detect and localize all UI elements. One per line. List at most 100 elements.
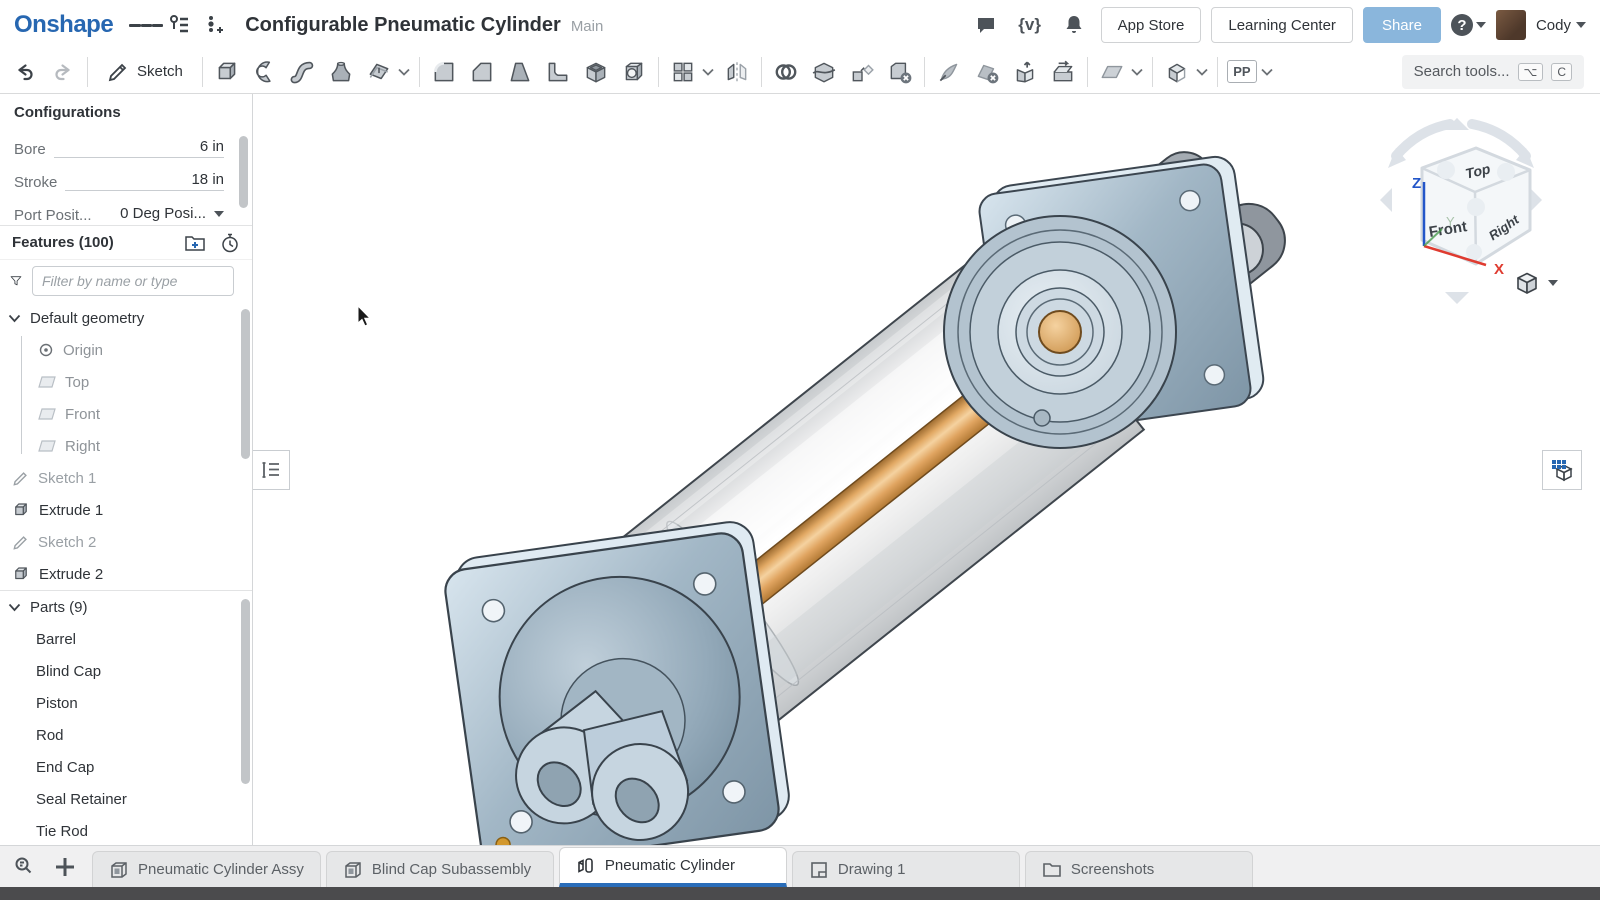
feature-extrude-2[interactable]: Extrude 2 xyxy=(0,558,252,590)
configuration-panel-toggle-button[interactable] xyxy=(1542,450,1582,490)
linear-pattern-icon[interactable] xyxy=(664,53,702,91)
create-folder-icon[interactable] xyxy=(184,233,206,253)
thicken-dropdown-chevron[interactable] xyxy=(394,53,414,91)
comments-icon[interactable] xyxy=(969,8,1003,42)
part-blind-cap[interactable]: Blind Cap xyxy=(0,655,252,687)
parts-header[interactable]: Parts (9) xyxy=(0,591,252,623)
boolean-icon[interactable] xyxy=(767,53,805,91)
move-face-icon[interactable] xyxy=(1006,53,1044,91)
custom-feature-pp-button[interactable]: PP xyxy=(1223,53,1261,91)
sketch-button[interactable]: Sketch xyxy=(93,53,197,91)
search-tabs-icon[interactable] xyxy=(8,850,42,884)
sweep-icon[interactable] xyxy=(284,53,322,91)
top-header: Onshape Configurable Pneumatic CylinderM… xyxy=(0,0,1600,50)
view-options-control[interactable] xyxy=(1514,270,1558,296)
fillet-icon[interactable] xyxy=(425,53,463,91)
tree-node-origin[interactable]: Origin xyxy=(0,334,252,366)
tree-node-top-plane[interactable]: Top xyxy=(0,366,252,398)
filter-funnel-icon[interactable] xyxy=(10,271,22,291)
chevron-down-icon[interactable] xyxy=(8,603,21,612)
plane-dropdown-chevron[interactable] xyxy=(1127,53,1147,91)
extrude-icon[interactable] xyxy=(208,53,246,91)
chevron-down-icon[interactable] xyxy=(8,314,21,323)
rollback-stopwatch-icon[interactable] xyxy=(220,233,240,253)
blind-cap[interactable] xyxy=(441,519,793,845)
section-dropdown-chevron[interactable] xyxy=(1192,53,1212,91)
learning-center-button[interactable]: Learning Center xyxy=(1211,7,1353,43)
rotate-left-arrow xyxy=(1380,188,1392,212)
split-icon[interactable] xyxy=(805,53,843,91)
app-store-button[interactable]: App Store xyxy=(1101,7,1202,43)
onshape-logo[interactable]: Onshape xyxy=(14,11,113,39)
part-barrel[interactable]: Barrel xyxy=(0,623,252,655)
tab-screenshots[interactable]: Screenshots xyxy=(1025,851,1253,887)
part-seal-retainer[interactable]: Seal Retainer xyxy=(0,783,252,815)
config-scrollbar[interactable] xyxy=(239,136,248,208)
features-scrollbar[interactable] xyxy=(241,309,250,459)
hole-icon[interactable] xyxy=(615,53,653,91)
config-row-stroke[interactable]: Stroke 18 in xyxy=(14,164,238,197)
features-header: Features (100) xyxy=(0,226,252,260)
graphics-viewport[interactable]: Top Front Right Z X Y xyxy=(253,94,1600,845)
chevron-down-icon xyxy=(1548,280,1558,286)
draft-icon[interactable] xyxy=(501,53,539,91)
delete-face-icon[interactable] xyxy=(968,53,1006,91)
versions-graph-icon[interactable] xyxy=(163,8,197,42)
list-tree-icon xyxy=(260,460,282,480)
help-menu[interactable]: ? xyxy=(1451,14,1486,36)
part-tie-rod[interactable]: Tie Rod xyxy=(0,815,252,845)
tree-node-front-plane[interactable]: Front xyxy=(0,398,252,430)
tree-node-default-geometry[interactable]: Default geometry xyxy=(0,302,252,334)
delete-part-icon[interactable] xyxy=(881,53,919,91)
user-menu[interactable]: Cody xyxy=(1536,17,1586,34)
undo-button[interactable] xyxy=(6,53,44,91)
add-tab-button[interactable] xyxy=(48,850,82,884)
redo-button[interactable] xyxy=(44,53,82,91)
replace-face-icon[interactable] xyxy=(1044,53,1082,91)
feature-sketch-2[interactable]: Sketch 2 xyxy=(0,526,252,558)
main-menu-button[interactable] xyxy=(129,8,163,42)
thicken-icon[interactable] xyxy=(360,53,398,91)
heal-icon[interactable] xyxy=(930,53,968,91)
loft-icon[interactable] xyxy=(322,53,360,91)
origin-icon xyxy=(38,342,54,358)
insert-new-element-icon[interactable] xyxy=(197,8,231,42)
notifications-bell-icon[interactable] xyxy=(1057,8,1091,42)
rod-gland[interactable] xyxy=(1039,311,1081,353)
feature-list-toggle-button[interactable] xyxy=(253,450,290,490)
filter-input[interactable] xyxy=(32,266,234,296)
versions-icon[interactable]: {v} xyxy=(1013,8,1047,42)
tab-blind-cap-subassembly[interactable]: Blind Cap Subassembly xyxy=(326,851,554,887)
feature-extrude-1[interactable]: Extrude 1 xyxy=(0,494,252,526)
part-rod[interactable]: Rod xyxy=(0,719,252,751)
feature-sketch-1[interactable]: Sketch 1 xyxy=(0,462,252,494)
revolve-icon[interactable] xyxy=(246,53,284,91)
shell-icon[interactable] xyxy=(577,53,615,91)
transform-icon[interactable] xyxy=(843,53,881,91)
config-row-bore[interactable]: Bore 6 in xyxy=(14,131,238,164)
help-icon[interactable]: ? xyxy=(1451,14,1473,36)
tree-node-right-plane[interactable]: Right xyxy=(0,430,252,462)
end-cap-bore[interactable] xyxy=(944,216,1176,448)
tab-pneumatic-cylinder[interactable]: Pneumatic Cylinder xyxy=(559,847,787,887)
config-row-port-position[interactable]: Port Posit... 0 Deg Posi... xyxy=(14,197,238,226)
stroke-value-input[interactable]: 18 in xyxy=(65,171,224,191)
rib-icon[interactable] xyxy=(539,53,577,91)
document-title[interactable]: Configurable Pneumatic CylinderMain xyxy=(245,14,603,37)
custom-feature-dropdown-chevron[interactable] xyxy=(1257,53,1277,91)
tab-pneumatic-cylinder-assy[interactable]: Pneumatic Cylinder Assy xyxy=(92,851,321,887)
part-piston[interactable]: Piston xyxy=(0,687,252,719)
section-view-icon[interactable] xyxy=(1158,53,1196,91)
mirror-icon[interactable] xyxy=(718,53,756,91)
bore-value-input[interactable]: 6 in xyxy=(54,138,224,158)
port-position-dropdown[interactable]: 0 Deg Posi... xyxy=(100,205,224,224)
parts-scrollbar[interactable] xyxy=(241,599,250,784)
part-end-cap[interactable]: End Cap xyxy=(0,751,252,783)
share-button[interactable]: Share xyxy=(1363,7,1441,43)
pattern-dropdown-chevron[interactable] xyxy=(698,53,718,91)
plane-icon[interactable] xyxy=(1093,53,1131,91)
tab-drawing-1[interactable]: Drawing 1 xyxy=(792,851,1020,887)
chamfer-icon[interactable] xyxy=(463,53,501,91)
search-tools-button[interactable]: Search tools... ⌥ C xyxy=(1402,55,1584,89)
avatar[interactable] xyxy=(1496,10,1526,40)
